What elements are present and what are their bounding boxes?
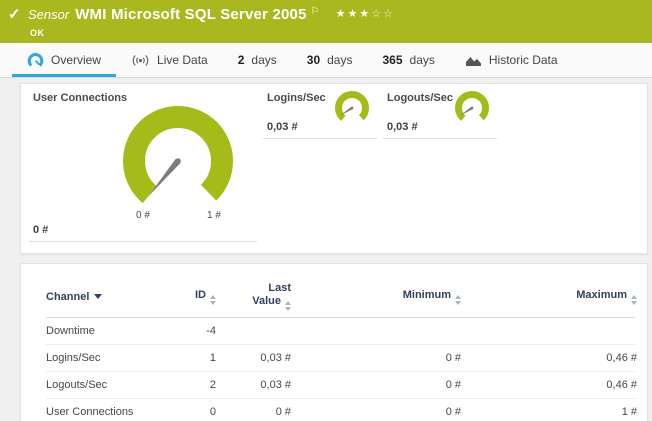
cell-channel: Downtime: [46, 325, 176, 337]
cell-last-value: 0,03 #: [216, 379, 291, 391]
cell-id: 0: [176, 406, 216, 418]
gauge-dial: [332, 90, 372, 124]
col-header-label: Channel: [46, 291, 89, 303]
gauge-icon: [27, 52, 44, 68]
gauge-value: 0,03 #: [387, 121, 418, 133]
tab-30-days[interactable]: 30 days: [292, 43, 368, 77]
tab-overview[interactable]: Overview: [12, 43, 116, 77]
col-header-minimum[interactable]: Minimum: [291, 289, 461, 305]
cell-maximum: 1 #: [461, 406, 637, 418]
cell-channel: Logins/Sec: [46, 352, 176, 364]
gauge-title: Logouts/Sec: [387, 92, 453, 104]
status-badge: OK: [30, 28, 642, 38]
table-row-logins-sec[interactable]: Logins/Sec 1 0,03 # 0 # 0,46 #: [46, 345, 635, 372]
tab-number: 30: [307, 53, 320, 67]
sensor-header: ✓ Sensor WMI Microsoft SQL Server 2005 ⚐…: [0, 0, 652, 43]
gauges-panel: User Connections 0 # 1 # 0 # Logins/Sec: [20, 83, 648, 254]
gauge-logins-sec: Logins/Sec 0,03 #: [263, 85, 377, 139]
cell-minimum: 0 #: [291, 379, 461, 391]
live-signal-icon: [131, 54, 150, 67]
cell-channel: Logouts/Sec: [46, 379, 176, 391]
col-header-maximum[interactable]: Maximum: [461, 289, 637, 305]
status-ok-check-icon: ✓: [8, 6, 28, 43]
tab-label: days: [251, 53, 276, 67]
gauge-max-label: 1 #: [207, 210, 221, 221]
cell-id: 1: [176, 352, 216, 364]
sort-caret-icon: [94, 294, 102, 299]
gauge-dial: [452, 90, 492, 124]
overview-content: User Connections 0 # 1 # 0 # Logins/Sec: [0, 78, 652, 421]
gauge-dial: 0 # 1 #: [113, 99, 243, 223]
tab-label: days: [327, 53, 352, 67]
tab-365-days[interactable]: 365 days: [367, 43, 449, 77]
tab-number: 2: [238, 53, 245, 67]
cell-id: -4: [176, 325, 216, 337]
gauge-min-label: 0 #: [136, 210, 150, 221]
tab-historic-data[interactable]: Historic Data: [450, 43, 573, 77]
stars-empty: ☆☆: [371, 8, 395, 20]
tab-number: 365: [382, 53, 402, 67]
sensor-kind-label: Sensor: [28, 6, 69, 24]
gauge-value: 0 #: [33, 224, 48, 236]
cell-channel: User Connections: [46, 406, 176, 418]
cell-minimum: 0 #: [291, 352, 461, 364]
col-header-id[interactable]: ID: [176, 289, 216, 305]
col-header-label: Maximum: [576, 289, 627, 301]
stars-filled: ★★★: [336, 8, 372, 20]
gauge-user-connections: User Connections 0 # 1 # 0 #: [29, 85, 257, 242]
cell-last-value: 0 #: [216, 406, 291, 418]
gauge-needle: [148, 158, 180, 196]
tab-live-data[interactable]: Live Data: [116, 43, 223, 77]
priority-stars[interactable]: ★★★☆☆: [336, 5, 395, 23]
col-header-last-value[interactable]: Last Value: [216, 282, 291, 311]
channel-table-panel: Channel ID Last Value Minimum Maximum Do…: [20, 263, 648, 421]
cell-maximum: 0,46 #: [461, 379, 637, 391]
channel-table-header: Channel ID Last Value Minimum Maximum: [46, 278, 635, 318]
col-header-label: ID: [195, 289, 206, 301]
sort-arrows-icon: [631, 295, 637, 305]
table-row-logouts-sec[interactable]: Logouts/Sec 2 0,03 # 0 # 0,46 #: [46, 372, 635, 399]
table-row-downtime[interactable]: Downtime -4: [46, 318, 635, 345]
col-header-label: Value: [252, 295, 281, 307]
prtg-sensor-page: ✓ Sensor WMI Microsoft SQL Server 2005 ⚐…: [0, 0, 652, 421]
tab-bar: Overview Live Data 2 days 30 days 365: [0, 43, 652, 78]
tab-label: days: [410, 53, 435, 67]
cell-id: 2: [176, 379, 216, 391]
gauge-logouts-sec: Logouts/Sec 0,03 #: [383, 85, 497, 139]
page-title: WMI Microsoft SQL Server 2005: [75, 6, 306, 24]
tab-label: Live Data: [157, 53, 208, 67]
tab-label: Overview: [51, 53, 101, 67]
table-row-user-connections[interactable]: User Connections 0 0 # 0 # 1 #: [46, 399, 635, 421]
area-chart-icon: [465, 54, 482, 67]
cell-last-value: 0,03 #: [216, 352, 291, 364]
tab-2-days[interactable]: 2 days: [223, 43, 292, 77]
col-header-channel[interactable]: Channel: [46, 291, 176, 303]
cell-maximum: 0,46 #: [461, 352, 637, 364]
flag-icon[interactable]: ⚐: [311, 3, 320, 21]
cell-minimum: 0 #: [291, 406, 461, 418]
col-header-label: Last: [268, 282, 291, 294]
col-header-label: Minimum: [403, 289, 451, 301]
gauge-title: Logins/Sec: [267, 92, 326, 104]
tab-label: Historic Data: [489, 53, 558, 67]
gauge-value: 0,03 #: [267, 121, 298, 133]
